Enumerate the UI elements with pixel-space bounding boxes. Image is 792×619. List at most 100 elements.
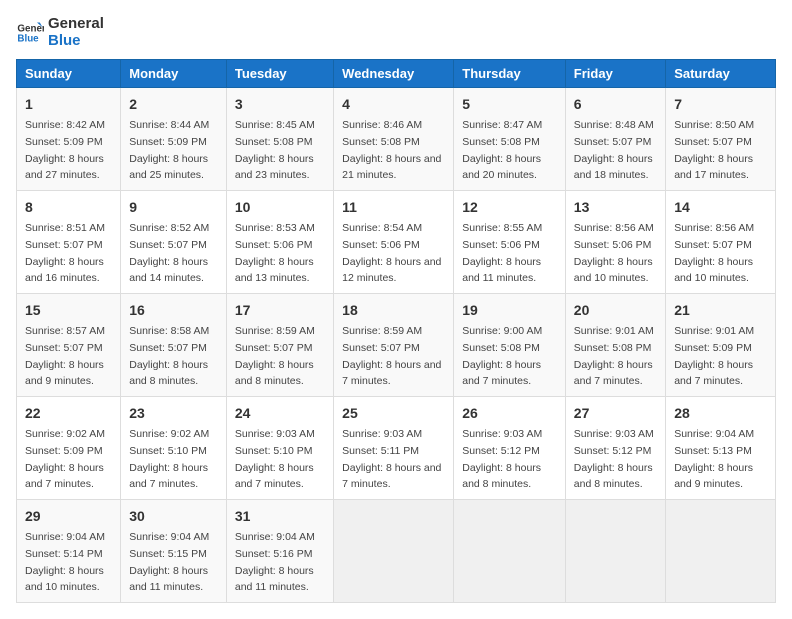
day-number: 14 <box>674 197 767 218</box>
day-info: Sunrise: 8:53 AMSunset: 5:06 PMDaylight:… <box>235 222 315 284</box>
header-cell-monday: Monday <box>121 60 227 88</box>
day-info: Sunrise: 9:03 AMSunset: 5:12 PMDaylight:… <box>462 428 542 490</box>
day-number: 12 <box>462 197 557 218</box>
day-info: Sunrise: 9:03 AMSunset: 5:12 PMDaylight:… <box>574 428 654 490</box>
day-number: 30 <box>129 506 218 527</box>
day-number: 2 <box>129 94 218 115</box>
week-row-4: 22 Sunrise: 9:02 AMSunset: 5:09 PMDaylig… <box>17 397 776 500</box>
day-number: 24 <box>235 403 325 424</box>
day-info: Sunrise: 8:59 AMSunset: 5:07 PMDaylight:… <box>342 325 441 387</box>
day-number: 5 <box>462 94 557 115</box>
day-info: Sunrise: 9:03 AMSunset: 5:11 PMDaylight:… <box>342 428 441 490</box>
logo: General Blue General Blue <box>16 16 104 49</box>
day-info: Sunrise: 8:50 AMSunset: 5:07 PMDaylight:… <box>674 119 754 181</box>
calendar-cell <box>565 500 665 603</box>
day-number: 18 <box>342 300 445 321</box>
day-number: 11 <box>342 197 445 218</box>
header-cell-sunday: Sunday <box>17 60 121 88</box>
day-info: Sunrise: 8:42 AMSunset: 5:09 PMDaylight:… <box>25 119 105 181</box>
calendar-cell: 18 Sunrise: 8:59 AMSunset: 5:07 PMDaylig… <box>334 294 454 397</box>
day-number: 19 <box>462 300 557 321</box>
header-cell-thursday: Thursday <box>454 60 566 88</box>
day-info: Sunrise: 9:04 AMSunset: 5:14 PMDaylight:… <box>25 531 105 593</box>
day-number: 7 <box>674 94 767 115</box>
calendar-cell: 11 Sunrise: 8:54 AMSunset: 5:06 PMDaylig… <box>334 191 454 294</box>
calendar-cell: 12 Sunrise: 8:55 AMSunset: 5:06 PMDaylig… <box>454 191 566 294</box>
week-row-3: 15 Sunrise: 8:57 AMSunset: 5:07 PMDaylig… <box>17 294 776 397</box>
day-number: 9 <box>129 197 218 218</box>
day-number: 28 <box>674 403 767 424</box>
day-info: Sunrise: 9:03 AMSunset: 5:10 PMDaylight:… <box>235 428 315 490</box>
header-cell-tuesday: Tuesday <box>226 60 333 88</box>
calendar-cell: 20 Sunrise: 9:01 AMSunset: 5:08 PMDaylig… <box>565 294 665 397</box>
calendar-cell: 3 Sunrise: 8:45 AMSunset: 5:08 PMDayligh… <box>226 88 333 191</box>
day-info: Sunrise: 8:54 AMSunset: 5:06 PMDaylight:… <box>342 222 441 284</box>
day-info: Sunrise: 8:47 AMSunset: 5:08 PMDaylight:… <box>462 119 542 181</box>
day-info: Sunrise: 9:02 AMSunset: 5:09 PMDaylight:… <box>25 428 105 490</box>
day-info: Sunrise: 8:55 AMSunset: 5:06 PMDaylight:… <box>462 222 542 284</box>
calendar-cell: 30 Sunrise: 9:04 AMSunset: 5:15 PMDaylig… <box>121 500 227 603</box>
day-info: Sunrise: 8:48 AMSunset: 5:07 PMDaylight:… <box>574 119 654 181</box>
day-info: Sunrise: 8:56 AMSunset: 5:06 PMDaylight:… <box>574 222 654 284</box>
day-info: Sunrise: 8:45 AMSunset: 5:08 PMDaylight:… <box>235 119 315 181</box>
calendar-cell: 24 Sunrise: 9:03 AMSunset: 5:10 PMDaylig… <box>226 397 333 500</box>
calendar-cell: 7 Sunrise: 8:50 AMSunset: 5:07 PMDayligh… <box>666 88 776 191</box>
day-number: 8 <box>25 197 112 218</box>
calendar-cell <box>454 500 566 603</box>
week-row-5: 29 Sunrise: 9:04 AMSunset: 5:14 PMDaylig… <box>17 500 776 603</box>
day-number: 29 <box>25 506 112 527</box>
logo-text-general: General <box>48 16 104 33</box>
calendar-cell <box>334 500 454 603</box>
day-number: 27 <box>574 403 657 424</box>
calendar-cell: 23 Sunrise: 9:02 AMSunset: 5:10 PMDaylig… <box>121 397 227 500</box>
logo-text-blue: Blue <box>48 33 104 50</box>
day-info: Sunrise: 9:04 AMSunset: 5:15 PMDaylight:… <box>129 531 209 593</box>
page-header: General Blue General Blue <box>16 16 776 49</box>
day-number: 17 <box>235 300 325 321</box>
calendar-cell: 9 Sunrise: 8:52 AMSunset: 5:07 PMDayligh… <box>121 191 227 294</box>
day-info: Sunrise: 9:02 AMSunset: 5:10 PMDaylight:… <box>129 428 209 490</box>
day-info: Sunrise: 9:00 AMSunset: 5:08 PMDaylight:… <box>462 325 542 387</box>
calendar-cell: 13 Sunrise: 8:56 AMSunset: 5:06 PMDaylig… <box>565 191 665 294</box>
day-info: Sunrise: 8:51 AMSunset: 5:07 PMDaylight:… <box>25 222 105 284</box>
day-number: 21 <box>674 300 767 321</box>
calendar-table: SundayMondayTuesdayWednesdayThursdayFrid… <box>16 59 776 603</box>
day-number: 22 <box>25 403 112 424</box>
day-number: 1 <box>25 94 112 115</box>
day-info: Sunrise: 8:59 AMSunset: 5:07 PMDaylight:… <box>235 325 315 387</box>
header-cell-wednesday: Wednesday <box>334 60 454 88</box>
day-number: 10 <box>235 197 325 218</box>
calendar-cell: 21 Sunrise: 9:01 AMSunset: 5:09 PMDaylig… <box>666 294 776 397</box>
calendar-cell <box>666 500 776 603</box>
day-info: Sunrise: 8:56 AMSunset: 5:07 PMDaylight:… <box>674 222 754 284</box>
calendar-cell: 17 Sunrise: 8:59 AMSunset: 5:07 PMDaylig… <box>226 294 333 397</box>
day-info: Sunrise: 8:46 AMSunset: 5:08 PMDaylight:… <box>342 119 441 181</box>
calendar-cell: 25 Sunrise: 9:03 AMSunset: 5:11 PMDaylig… <box>334 397 454 500</box>
header-cell-saturday: Saturday <box>666 60 776 88</box>
header-cell-friday: Friday <box>565 60 665 88</box>
day-number: 23 <box>129 403 218 424</box>
calendar-cell: 14 Sunrise: 8:56 AMSunset: 5:07 PMDaylig… <box>666 191 776 294</box>
logo-icon: General Blue <box>16 19 44 47</box>
calendar-cell: 29 Sunrise: 9:04 AMSunset: 5:14 PMDaylig… <box>17 500 121 603</box>
day-number: 4 <box>342 94 445 115</box>
calendar-cell: 8 Sunrise: 8:51 AMSunset: 5:07 PMDayligh… <box>17 191 121 294</box>
calendar-cell: 6 Sunrise: 8:48 AMSunset: 5:07 PMDayligh… <box>565 88 665 191</box>
calendar-cell: 28 Sunrise: 9:04 AMSunset: 5:13 PMDaylig… <box>666 397 776 500</box>
day-number: 15 <box>25 300 112 321</box>
day-number: 13 <box>574 197 657 218</box>
day-number: 26 <box>462 403 557 424</box>
day-number: 25 <box>342 403 445 424</box>
svg-text:Blue: Blue <box>17 33 39 44</box>
week-row-1: 1 Sunrise: 8:42 AMSunset: 5:09 PMDayligh… <box>17 88 776 191</box>
day-info: Sunrise: 8:58 AMSunset: 5:07 PMDaylight:… <box>129 325 209 387</box>
calendar-cell: 16 Sunrise: 8:58 AMSunset: 5:07 PMDaylig… <box>121 294 227 397</box>
calendar-cell: 10 Sunrise: 8:53 AMSunset: 5:06 PMDaylig… <box>226 191 333 294</box>
calendar-cell: 15 Sunrise: 8:57 AMSunset: 5:07 PMDaylig… <box>17 294 121 397</box>
day-info: Sunrise: 8:52 AMSunset: 5:07 PMDaylight:… <box>129 222 209 284</box>
day-info: Sunrise: 8:57 AMSunset: 5:07 PMDaylight:… <box>25 325 105 387</box>
day-number: 31 <box>235 506 325 527</box>
calendar-cell: 26 Sunrise: 9:03 AMSunset: 5:12 PMDaylig… <box>454 397 566 500</box>
week-row-2: 8 Sunrise: 8:51 AMSunset: 5:07 PMDayligh… <box>17 191 776 294</box>
day-info: Sunrise: 9:04 AMSunset: 5:16 PMDaylight:… <box>235 531 315 593</box>
